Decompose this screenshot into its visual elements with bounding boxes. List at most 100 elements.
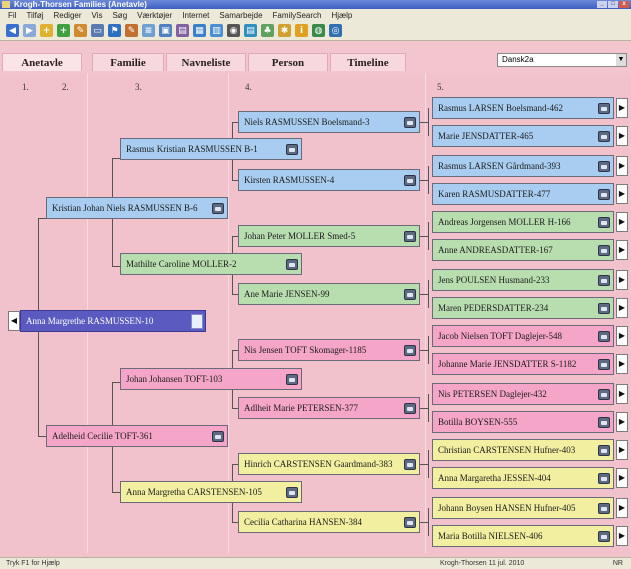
tab-bar: Anetavle Familie Navneliste Person Timel… (0, 41, 631, 73)
forward-icon[interactable]: ▶ (23, 24, 36, 37)
person-box-gen5[interactable]: Johanne Marie JENSDATTER S-1182 (432, 353, 614, 375)
nav-right-button[interactable]: ▶ (616, 270, 628, 290)
person-box-gen5[interactable]: Karen RASMUSDATTER-477 (432, 183, 614, 205)
gear-icon[interactable]: ✱ (278, 24, 291, 37)
menu-tools[interactable]: Værktøjer (137, 11, 172, 20)
add-person-icon[interactable]: + (40, 24, 53, 37)
menu-collaborate[interactable]: Samarbejde (219, 11, 262, 20)
menu-search[interactable]: Søg (112, 11, 127, 20)
menu-help[interactable]: Hjælp (331, 11, 352, 20)
person-box-great-grandparent[interactable]: Hinrich CARSTENSEN Gaardmand-383 (238, 453, 420, 475)
person-box-great-grandparent[interactable]: Johan Peter MOLLER Smed-5 (238, 225, 420, 247)
language-select[interactable]: Dansk2a ▼ (497, 53, 627, 67)
tab-familie[interactable]: Familie (92, 53, 164, 71)
nav-right-button[interactable]: ▶ (616, 156, 628, 176)
person-box-gen5[interactable]: Johann Boysen HANSEN Hufner-405 (432, 497, 614, 519)
nav-right-button[interactable]: ▶ (616, 468, 628, 488)
edit-icon[interactable]: ✎ (74, 24, 87, 37)
person-box-gen5[interactable]: Rasmus LARSEN Boelsmand-462 (432, 97, 614, 119)
chart-icon[interactable]: ▥ (210, 24, 223, 37)
person-box-gen5[interactable]: Anna Margaretha JESSEN-404 (432, 467, 614, 489)
portrait-icon (598, 331, 610, 342)
person-box-gen5[interactable]: Marie JENSDATTER-465 (432, 125, 614, 147)
back-icon[interactable]: ◀ (6, 24, 19, 37)
person-box-root[interactable]: Anna Margrethe RASMUSSEN-10 (20, 310, 206, 332)
notes-icon[interactable]: ≡ (142, 24, 155, 37)
person-box-gen5[interactable]: Anne ANDREASDATTER-167 (432, 239, 614, 261)
person-box-gen5[interactable]: Botilla BOYSEN-555 (432, 411, 614, 433)
sources-icon[interactable]: ▤ (176, 24, 189, 37)
nav-right-button[interactable]: ▶ (616, 240, 628, 260)
tab-person[interactable]: Person (248, 53, 328, 71)
person-box-great-grandparent[interactable]: Nis Jensen TOFT Skomager-1185 (238, 339, 420, 361)
nav-right-button[interactable]: ▶ (616, 526, 628, 546)
nav-right-button[interactable]: ▶ (616, 326, 628, 346)
web-icon[interactable]: ◎ (329, 24, 342, 37)
print-icon[interactable]: ▭ (91, 24, 104, 37)
status-mode: NR (612, 560, 623, 567)
person-box-gen5[interactable]: Jens POULSEN Husmand-233 (432, 269, 614, 291)
book-icon[interactable]: ▤ (244, 24, 257, 37)
close-button[interactable]: x (619, 1, 629, 8)
nav-right-button[interactable]: ▶ (616, 354, 628, 374)
add-relative-icon[interactable]: + (57, 24, 70, 37)
person-box-grandparent[interactable]: Johan Johansen TOFT-103 (120, 368, 302, 390)
connector-line (428, 450, 429, 478)
minimize-button[interactable]: _ (597, 1, 607, 8)
connector-line (112, 266, 120, 267)
globe-icon[interactable]: ◍ (312, 24, 325, 37)
person-box-gen5[interactable]: Maria Botilla NIELSEN-406 (432, 525, 614, 547)
person-box-gen5[interactable]: Andreas Jorgensen MOLLER H-166 (432, 211, 614, 233)
portrait-icon (286, 487, 298, 498)
person-box-grandparent[interactable]: Anna Margretha CARSTENSEN-105 (120, 481, 302, 503)
binoculars-icon[interactable]: ◉ (227, 24, 240, 37)
person-name: Cecilia Catharina HANSEN-384 (244, 517, 362, 527)
nav-right-button[interactable]: ▶ (616, 384, 628, 404)
person-name: Rasmus LARSEN Gårdmand-393 (438, 161, 561, 171)
calendar-icon[interactable]: ▦ (193, 24, 206, 37)
info-icon[interactable]: i (295, 24, 308, 37)
nav-right-button[interactable]: ▶ (616, 126, 628, 146)
media-icon[interactable]: ▣ (159, 24, 172, 37)
nav-right-button[interactable]: ▶ (616, 298, 628, 318)
person-box-mother[interactable]: Adelheid Cecilie TOFT-361 (46, 425, 228, 447)
menu-familysearch[interactable]: FamilySearch (273, 11, 322, 20)
maximize-button[interactable]: □ (608, 1, 618, 8)
nav-right-button[interactable]: ▶ (616, 412, 628, 432)
nav-right-button[interactable]: ▶ (616, 184, 628, 204)
person-box-grandparent[interactable]: Rasmus Kristian RASMUSSEN B-1 (120, 138, 302, 160)
portrait-icon (598, 303, 610, 314)
person-box-gen5[interactable]: Rasmus LARSEN Gårdmand-393 (432, 155, 614, 177)
person-box-great-grandparent[interactable]: Kirsten RASMUSSEN-4 (238, 169, 420, 191)
nav-left-button[interactable]: ◀ (8, 311, 20, 331)
status-bar: Tryk F1 for Hjælp Krogh-Thorsen 11 jul. … (0, 557, 631, 569)
menu-edit[interactable]: Rediger (53, 11, 81, 20)
person-box-grandparent[interactable]: Mathilte Caroline MOLLER-2 (120, 253, 302, 275)
person-name: Hinrich CARSTENSEN Gaardmand-383 (244, 459, 393, 469)
nav-right-button[interactable]: ▶ (616, 440, 628, 460)
menu-add[interactable]: Tilføj (26, 11, 43, 20)
person-box-great-grandparent[interactable]: Cecilia Catharina HANSEN-384 (238, 511, 420, 533)
person-box-gen5[interactable]: Nis PETERSEN Daglejer-432 (432, 383, 614, 405)
pencil-icon[interactable]: ✎ (125, 24, 138, 37)
menu-internet[interactable]: Internet (182, 11, 209, 20)
menu-view[interactable]: Vis (92, 11, 103, 20)
tab-navneliste[interactable]: Navneliste (166, 53, 246, 71)
person-name: Rasmus LARSEN Boelsmand-462 (438, 103, 563, 113)
flag-icon[interactable]: ⚑ (108, 24, 121, 37)
tab-anetavle[interactable]: Anetavle (2, 53, 82, 71)
person-box-great-grandparent[interactable]: Niels RASMUSSEN Boelsmand-3 (238, 111, 420, 133)
tab-timeline[interactable]: Timeline (330, 53, 406, 71)
menu-file[interactable]: Fil (8, 11, 16, 20)
nav-right-button[interactable]: ▶ (616, 498, 628, 518)
person-box-gen5[interactable]: Jacob Nielsen TOFT Daglejer-548 (432, 325, 614, 347)
person-box-great-grandparent[interactable]: Ane Marie JENSEN-99 (238, 283, 420, 305)
person-box-gen5[interactable]: Christian CARSTENSEN Hufner-403 (432, 439, 614, 461)
person-box-father[interactable]: Kristian Johan Niels RASMUSSEN B-6 (46, 197, 228, 219)
tree-icon[interactable]: ♣ (261, 24, 274, 37)
nav-right-button[interactable]: ▶ (616, 98, 628, 118)
nav-right-button[interactable]: ▶ (616, 212, 628, 232)
person-box-gen5[interactable]: Maren PEDERSDATTER-234 (432, 297, 614, 319)
person-box-great-grandparent[interactable]: Adlheit Marie PETERSEN-377 (238, 397, 420, 419)
portrait-icon (404, 403, 416, 414)
